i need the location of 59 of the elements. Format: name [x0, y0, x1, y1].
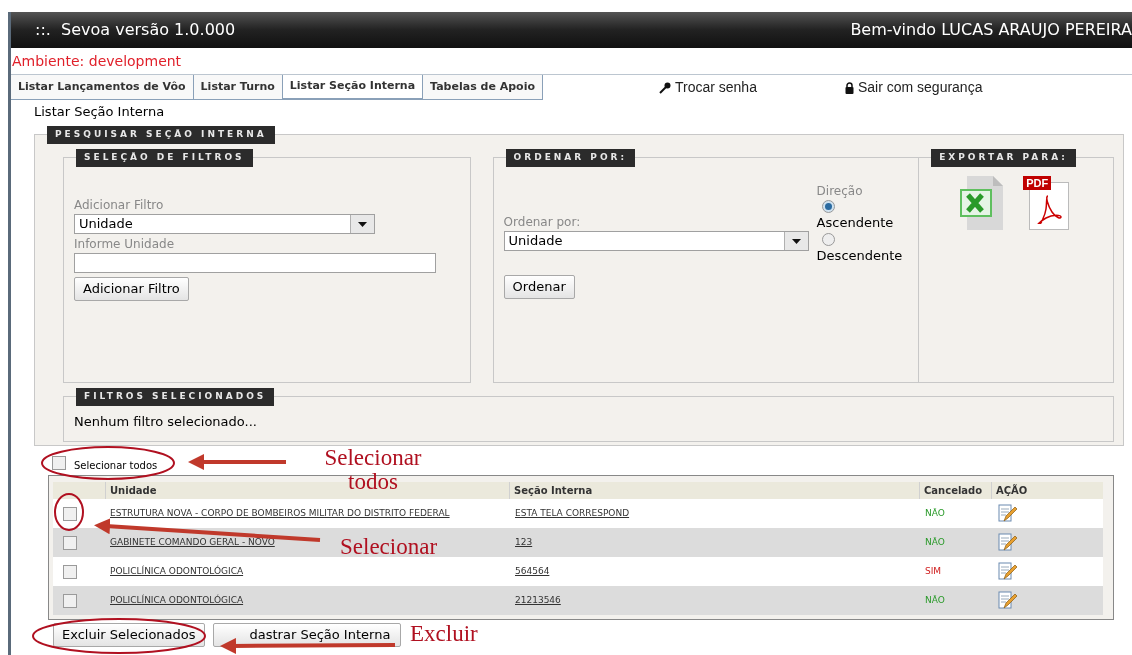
annotation-ellipse [54, 493, 84, 531]
nav-tab[interactable]: Listar Lançamentos de Vôo [11, 75, 194, 100]
empty-filters-text: Nenhum filtro selecionado... [74, 413, 258, 431]
checkbox[interactable] [63, 506, 77, 521]
field-label: Ordenar por: [503, 214, 582, 231]
field-label: Informe Unidade [74, 236, 175, 253]
header-link[interactable]: Sair com segurança [844, 77, 983, 98]
unit-link[interactable]: POLICLÍNICA ODONTOLÓGICA [110, 565, 244, 576]
header-link[interactable]: Trocar senha [658, 77, 757, 98]
checkbox[interactable] [52, 456, 66, 470]
cancelled-status: SIM [925, 565, 942, 576]
nav-tab[interactable]: Listar Turno [193, 75, 283, 100]
welcome-text: Bem-vindo LUCAS ARAUJO PEREIRA [850, 19, 1132, 41]
nav-tab[interactable]: Listar Seção Interna [282, 75, 424, 100]
radio-label: Descendente [816, 246, 903, 265]
cancelled-status: NÃO [925, 507, 945, 518]
checkbox[interactable] [63, 593, 77, 608]
edit-icon[interactable] [997, 532, 1017, 553]
nav-tab[interactable]: Tabelas de Apoio [423, 75, 543, 100]
section-legend: SELEÇÃO DE FILTROS [76, 149, 253, 167]
section-link[interactable]: ESTA TELA CORRESPOND [515, 507, 630, 518]
button[interactable]: Adicionar Filtro [74, 277, 189, 301]
radio-button[interactable] [821, 200, 835, 213]
button[interactable]: Excluir Selecionados [53, 623, 205, 647]
input-field[interactable] [74, 253, 436, 273]
radio-label: Ascendente [816, 214, 894, 232]
dropdown[interactable]: Unidade [503, 231, 809, 251]
annotation-label: Excluir [410, 622, 478, 646]
section-link[interactable]: 123 [515, 536, 533, 547]
caret-icon [358, 221, 367, 227]
cancelled-status: NÃO [925, 594, 945, 605]
breadcrumb: Listar Seção Interna [33, 103, 166, 121]
dropdown[interactable]: Unidade [74, 214, 375, 234]
app-title: ::. Sevoa versão 1.0.000 [35, 19, 236, 41]
section-legend: FILTROS SELECIONADOS [76, 388, 275, 406]
annotation-label: Selecionar [340, 535, 438, 559]
field-label: Adicionar Filtro [74, 197, 165, 214]
lock-icon [844, 81, 854, 94]
section-legend: EXPORTAR PARA: [931, 149, 1076, 167]
edit-icon[interactable] [997, 590, 1017, 611]
section-link[interactable]: 21213546 [515, 594, 561, 605]
section-legend: PESQUISAR SEÇÃO INTERNA [47, 126, 275, 144]
select-all-label: Selecionar todos [74, 458, 158, 473]
edit-icon[interactable] [997, 503, 1017, 524]
radio-button[interactable] [821, 232, 835, 246]
edit-icon[interactable] [997, 561, 1017, 582]
unit-link[interactable]: POLICLÍNICA ODONTOLÓGICA [110, 594, 244, 605]
environment-text: Ambiente: development [11, 52, 183, 71]
caret-icon [791, 238, 801, 244]
cancelled-status: NÃO [925, 536, 945, 547]
key-icon [658, 81, 671, 94]
unit-link[interactable]: GABINETE COMANDO GERAL - NOVO [110, 536, 275, 547]
checkbox[interactable] [63, 535, 77, 550]
section-link[interactable]: 564564 [515, 565, 550, 576]
section-legend: ORDENAR POR: [505, 149, 636, 167]
button[interactable]: Ordenar [503, 275, 575, 299]
unit-link[interactable]: ESTRUTURA NOVA - CORPO DE BOMBEIROS MILITAR DO DISTRITO FEDERAL [110, 507, 450, 518]
checkbox[interactable] [63, 564, 77, 579]
field-label: Direção [816, 183, 864, 200]
